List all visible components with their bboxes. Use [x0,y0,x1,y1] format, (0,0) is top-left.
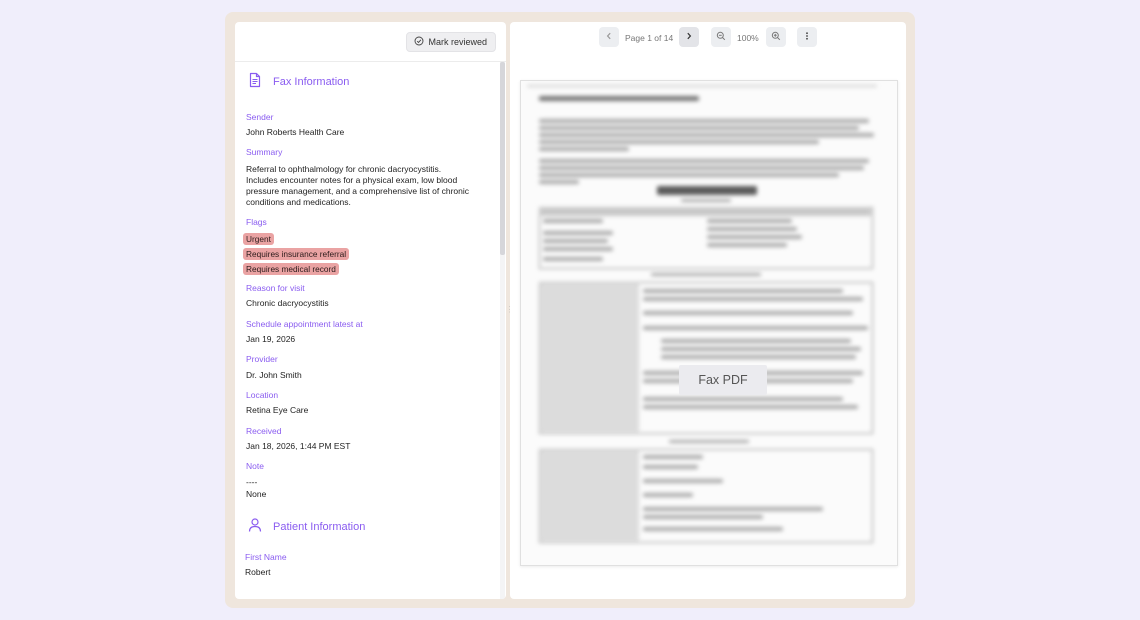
prev-page-button[interactable] [599,27,619,47]
scrollbar-thumb[interactable] [500,62,505,255]
fax-details-panel: Mark reviewed Fax Information Sender Joh… [235,22,506,599]
chevron-left-icon [604,28,614,46]
flag-urgent: Urgent [243,233,274,245]
location-label: Location [246,390,279,400]
note-label: Note [246,461,264,471]
fax-information-title: Fax Information [273,75,350,88]
chevron-right-icon [684,28,694,46]
patient-information-title: Patient Information [273,520,366,533]
mark-reviewed-button[interactable]: Mark reviewed [406,32,496,52]
details-topbar: Mark reviewed [235,22,506,62]
zoom-in-icon [771,28,781,46]
page-indicator: Page 1 of 14 [625,33,674,43]
provider-value: Dr. John Smith [246,370,302,380]
received-value: Jan 18, 2026, 1:44 PM EST [246,441,351,451]
provider-label: Provider [246,354,278,364]
summary-value: Referral to ophthalmology for chronic da… [246,164,470,207]
reason-value: Chronic dacryocystitis [246,298,329,308]
received-label: Received [246,426,282,436]
first-name-value: Robert [245,567,271,577]
mark-reviewed-label: Mark reviewed [428,37,487,47]
flags-label: Flags [246,217,267,227]
zoom-in-button[interactable] [766,27,786,47]
zoom-out-button[interactable] [711,27,731,47]
document-icon [247,72,263,91]
pdf-toolbar: Page 1 of 14 100% [510,27,906,49]
schedule-value: Jan 19, 2026 [246,334,296,344]
schedule-label: Schedule appointment latest at [246,319,363,329]
fax-pdf-overlay-label: Fax PDF [679,365,767,395]
summary-label: Summary [246,147,283,157]
zoom-level: 100% [737,33,759,43]
patient-information-header: Patient Information [247,517,365,536]
sender-value: John Roberts Health Care [246,127,345,137]
fax-information-header: Fax Information [247,72,349,91]
zoom-out-icon [716,28,726,46]
sender-label: Sender [246,112,274,122]
person-icon [247,517,263,536]
flag-medical-record: Requires medical record [243,263,339,275]
more-vertical-icon [802,28,812,46]
blurred-document-content [521,81,897,565]
more-options-button[interactable] [797,27,817,47]
note-dashes: ---- [246,477,258,487]
location-value: Retina Eye Care [246,405,309,415]
next-page-button[interactable] [679,27,699,47]
check-circle-icon [414,36,424,48]
flag-insurance-referral: Requires insurance referral [243,248,350,260]
note-value: None [246,489,267,499]
pdf-viewer-panel: Page 1 of 14 100% Fax PDF [510,22,906,599]
reason-label: Reason for visit [246,283,305,293]
pdf-page[interactable]: Fax PDF [520,80,898,566]
first-name-label: First Name [245,552,287,562]
